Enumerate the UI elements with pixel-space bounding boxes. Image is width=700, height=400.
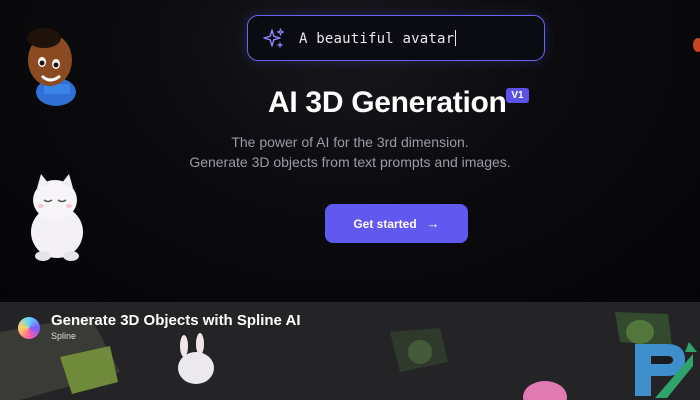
version-badge: V1	[506, 88, 529, 103]
watermark-logo	[635, 342, 697, 398]
subtitle-line-1: The power of AI for the 3rd dimension.	[231, 134, 469, 150]
get-started-button[interactable]: Get started →	[325, 204, 468, 243]
text-caret	[455, 30, 457, 46]
channel-avatar[interactable]	[18, 317, 40, 339]
get-started-label: Get started	[353, 216, 417, 231]
page-title: AI 3D Generation	[268, 86, 507, 119]
channel-name[interactable]: Spline	[51, 331, 76, 341]
arrow-right-icon: →	[426, 216, 440, 231]
video-title[interactable]: Generate 3D Objects with Spline AI	[51, 312, 301, 329]
subtitle-line-2: Generate 3D objects from text prompts an…	[189, 154, 511, 170]
sparkle-icon	[263, 28, 285, 49]
avatar-boy-3d-image	[27, 28, 76, 106]
partial-3d-object	[693, 38, 700, 52]
avatar-cat-3d-image	[31, 174, 83, 261]
prompt-text: A beautiful avatar	[299, 30, 457, 47]
prompt-input[interactable]: A beautiful avatar	[247, 15, 545, 61]
